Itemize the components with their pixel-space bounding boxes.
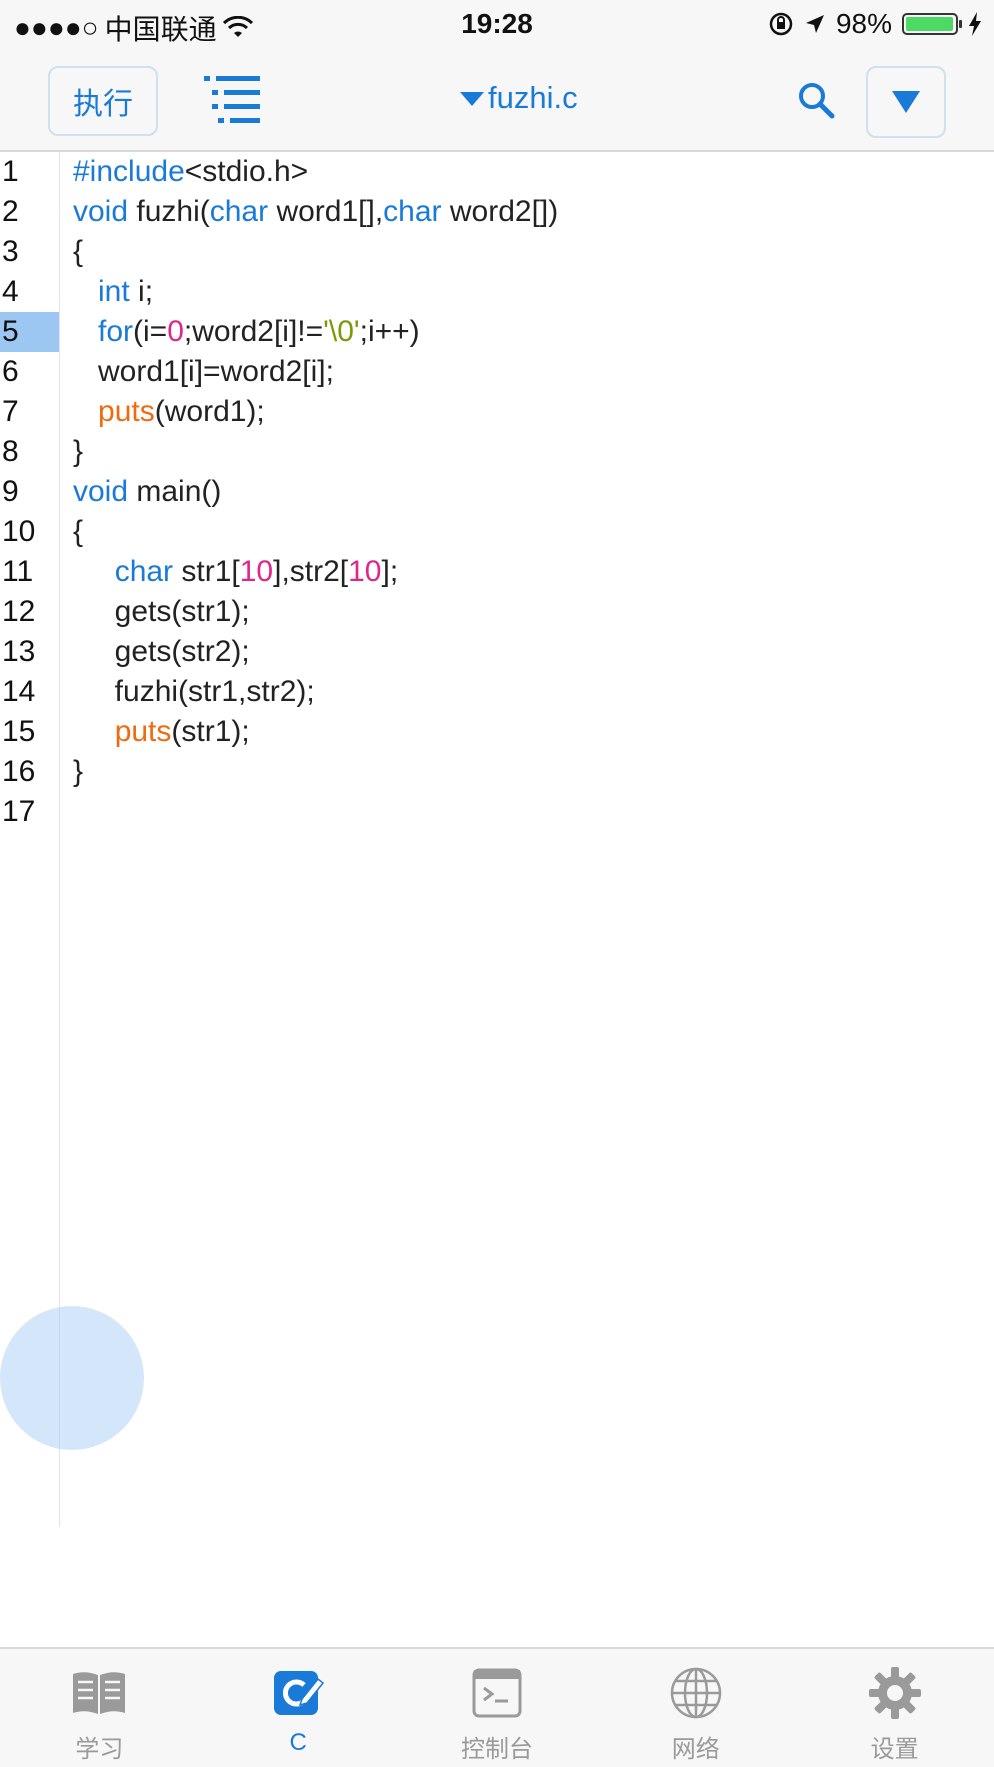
globe-icon — [670, 1667, 722, 1719]
tab-label: 控制台 — [460, 1736, 533, 1763]
code-text[interactable]: char str1[10],str2[10]; — [73, 552, 398, 592]
code-text[interactable]: } — [73, 432, 83, 472]
code-text[interactable]: gets(str2); — [73, 632, 250, 672]
code-line[interactable]: 12 gets(str1); — [0, 592, 994, 632]
code-text[interactable]: void main() — [73, 472, 221, 512]
code-line[interactable]: 14 fuzhi(str1,str2); — [0, 672, 994, 712]
line-number: 6 — [2, 355, 19, 388]
tab-c[interactable]: C — [199, 1649, 398, 1767]
code-text[interactable]: fuzhi(str1,str2); — [73, 672, 315, 712]
line-number: 15 — [2, 715, 36, 748]
terminal-icon — [472, 1668, 522, 1718]
code-editor[interactable]: 1 #include<stdio.h> 2 void fuzhi(char wo… — [0, 152, 994, 1527]
battery-percent: 98% — [835, 8, 892, 39]
line-number: 3 — [2, 235, 19, 268]
battery-icon — [902, 13, 962, 35]
line-number: 2 — [2, 195, 19, 228]
line-number: 10 — [2, 515, 36, 548]
assistive-touch-button[interactable] — [0, 1306, 144, 1450]
code-line[interactable]: 11 char str1[10],str2[10]; — [0, 552, 994, 592]
line-number: 5 — [0, 312, 59, 352]
rotation-lock-icon — [769, 12, 793, 36]
code-text[interactable]: #include<stdio.h> — [73, 152, 308, 192]
line-number: 4 — [2, 275, 19, 308]
tab-label: 学习 — [75, 1736, 124, 1763]
code-text[interactable]: puts(word1); — [73, 392, 265, 432]
line-number: 8 — [2, 435, 19, 468]
code-text[interactable]: for(i=0;word2[i]!='\0';i++) — [73, 312, 420, 352]
tab-network[interactable]: 网络 — [596, 1649, 795, 1767]
tab-label: C — [289, 1729, 307, 1756]
code-line[interactable]: 7 puts(word1); — [0, 392, 994, 432]
tab-learn[interactable]: 学习 — [0, 1649, 199, 1767]
caret-down-icon — [460, 92, 484, 106]
line-number: 9 — [2, 475, 19, 508]
file-selector[interactable]: fuzhi.c — [460, 80, 578, 116]
search-icon[interactable] — [796, 80, 836, 120]
line-number: 12 — [2, 595, 36, 628]
outline-list-icon[interactable] — [204, 76, 260, 126]
tab-label: 设置 — [870, 1736, 919, 1763]
line-number: 16 — [2, 755, 36, 788]
status-bar: ●●●●○ 中国联通 19:28 98% — [0, 0, 994, 50]
line-number: 11 — [2, 555, 34, 588]
code-text[interactable]: void fuzhi(char word1[],char word2[]) — [73, 192, 558, 232]
code-line-active[interactable]: 5 for(i=0;word2[i]!='\0';i++) — [0, 312, 994, 352]
code-line[interactable]: 16 } — [0, 752, 994, 792]
location-arrow-icon — [805, 15, 824, 33]
code-line[interactable]: 9 void main() — [0, 472, 994, 512]
code-line[interactable]: 15 puts(str1); — [0, 712, 994, 752]
code-text[interactable]: int i; — [73, 272, 153, 312]
status-right: 98% — [768, 8, 982, 40]
gear-icon — [868, 1667, 921, 1719]
editor-toolbar: 执行 fuzhi.c — [0, 50, 994, 152]
code-line[interactable]: 1 #include<stdio.h> — [0, 152, 994, 192]
run-button[interactable]: 执行 — [48, 66, 158, 136]
charging-bolt-icon — [969, 12, 981, 36]
tab-label: 网络 — [671, 1736, 720, 1763]
line-number: 14 — [2, 675, 36, 708]
battery-fill — [906, 17, 954, 31]
line-number: 17 — [2, 795, 36, 828]
code-line[interactable]: 17 — [0, 792, 994, 832]
line-number: 1 — [2, 155, 19, 188]
code-line[interactable]: 2 void fuzhi(char word1[],char word2[]) — [0, 192, 994, 232]
file-name: fuzhi.c — [488, 80, 578, 115]
code-text[interactable]: word1[i]=word2[i]; — [73, 352, 334, 392]
code-text[interactable]: } — [73, 752, 83, 792]
line-number: 7 — [2, 395, 19, 428]
book-icon — [73, 1672, 126, 1714]
code-line[interactable]: 13 gets(str2); — [0, 632, 994, 672]
tab-bar: 学习 C 控制台 网络 设置 — [0, 1647, 994, 1767]
triangle-down-icon — [892, 91, 920, 113]
code-line[interactable]: 4 int i; — [0, 272, 994, 312]
line-number: 13 — [2, 635, 36, 668]
more-menu-button[interactable] — [866, 66, 946, 138]
code-line[interactable]: 6 word1[i]=word2[i]; — [0, 352, 994, 392]
code-text[interactable]: { — [73, 232, 83, 272]
code-line[interactable]: 3 { — [0, 232, 994, 272]
code-line[interactable]: 8 } — [0, 432, 994, 472]
code-text[interactable]: gets(str1); — [73, 592, 250, 632]
code-text[interactable]: puts(str1); — [73, 712, 250, 752]
tab-settings[interactable]: 设置 — [795, 1649, 994, 1767]
tab-console[interactable]: 控制台 — [398, 1649, 597, 1767]
code-line[interactable]: 10 { — [0, 512, 994, 552]
c-code-icon — [274, 1671, 325, 1715]
code-text[interactable]: { — [73, 512, 83, 552]
